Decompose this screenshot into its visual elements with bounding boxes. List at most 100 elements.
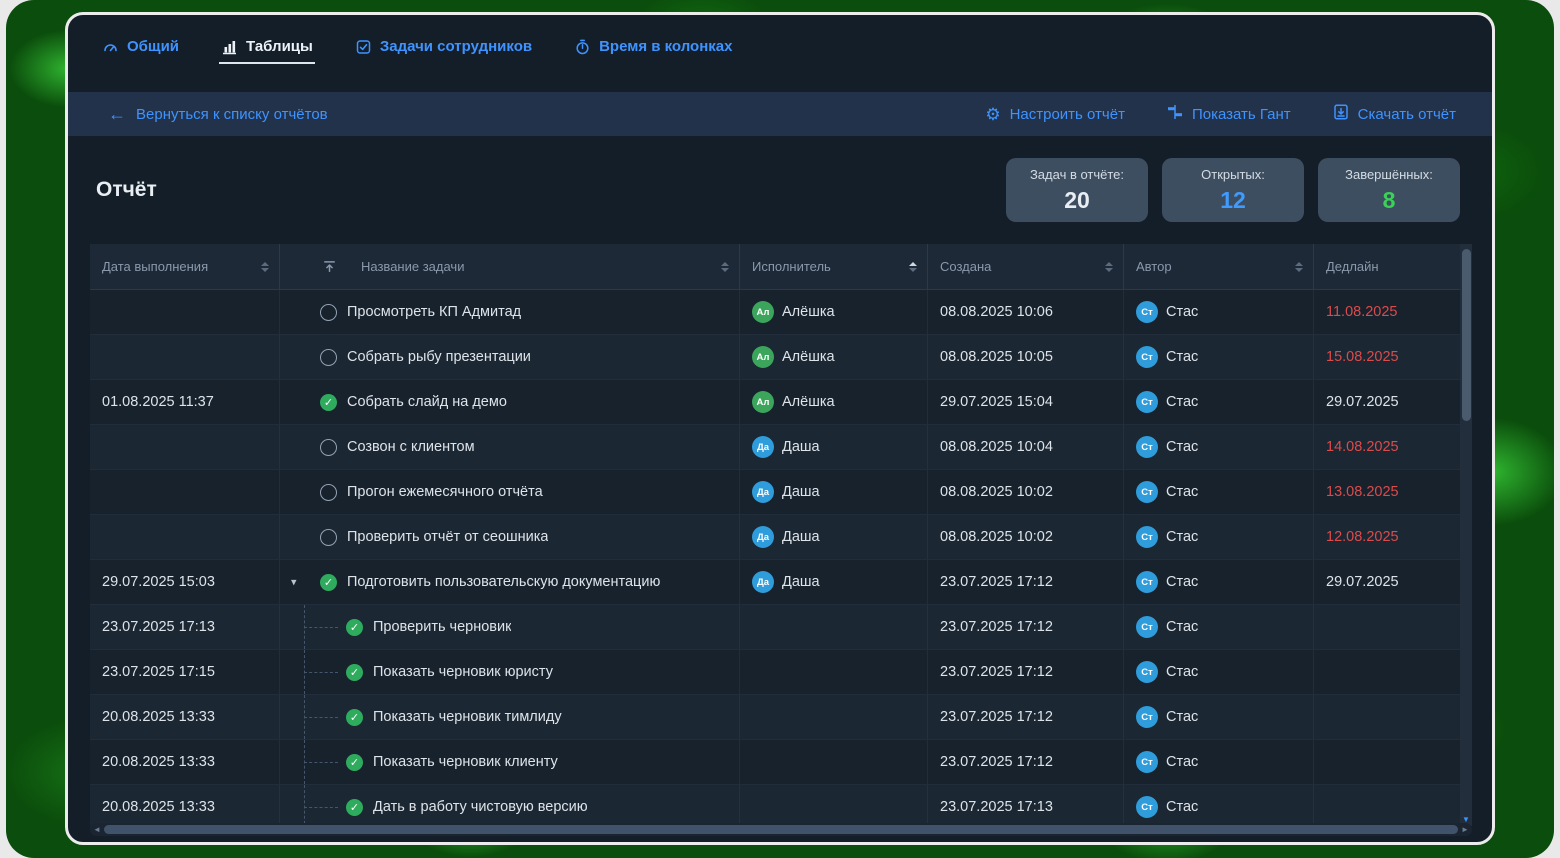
table-row[interactable]: 20.08.2025 13:33 ✓ Показать черновик клиен… bbox=[90, 740, 1460, 785]
assignee-cell: Да Даша bbox=[740, 425, 928, 469]
created-cell: 08.08.2025 10:04 bbox=[928, 425, 1124, 469]
avatar: Ал bbox=[752, 346, 774, 368]
top-nav: Общий Таблицы Задачи сотрудников Время в… bbox=[68, 15, 1492, 79]
column-header-created[interactable]: Создана bbox=[928, 244, 1124, 289]
done-status-icon[interactable]: ✓ bbox=[346, 618, 363, 636]
table-row[interactable]: Собрать рыбу презентации Ал Алёшка 08.08.20… bbox=[90, 335, 1460, 380]
open-status-icon[interactable] bbox=[320, 528, 337, 546]
tab-tables[interactable]: Таблицы bbox=[219, 30, 315, 64]
author-cell: Ст Стас bbox=[1124, 290, 1314, 334]
created-cell: 08.08.2025 10:02 bbox=[928, 515, 1124, 559]
author-cell: Ст Стас bbox=[1124, 605, 1314, 649]
task-title-cell[interactable]: Просмотреть КП Адмитад bbox=[280, 290, 740, 334]
done-status-icon[interactable]: ✓ bbox=[346, 708, 363, 726]
task-title-cell[interactable]: ✓ Проверить черновик bbox=[280, 605, 740, 649]
column-header-assignee[interactable]: Исполнитель bbox=[740, 244, 928, 289]
assignee-cell bbox=[740, 740, 928, 784]
task-title-cell[interactable]: ▾ ✓ Подготовить пользовательскую документа… bbox=[280, 560, 740, 604]
table-row[interactable]: 23.07.2025 17:15 ✓ Показать черновик юрист… bbox=[90, 650, 1460, 695]
task-title-cell[interactable]: Проверить отчёт от сеошника bbox=[280, 515, 740, 559]
done-status-icon[interactable]: ✓ bbox=[346, 798, 363, 816]
avatar: Ст bbox=[1136, 526, 1158, 548]
vertical-scrollbar[interactable]: ▼ bbox=[1460, 244, 1472, 826]
table-row[interactable]: Прогон ежемесячного отчёта Да Даша 08.08.20… bbox=[90, 470, 1460, 515]
done-status-icon[interactable]: ✓ bbox=[346, 753, 363, 771]
person-name: Даша bbox=[782, 484, 820, 500]
column-header-task-title[interactable]: Название задачи bbox=[280, 244, 740, 289]
column-label: Исполнитель bbox=[752, 259, 831, 274]
task-title-cell[interactable]: ✓ Собрать слайд на демо bbox=[280, 380, 740, 424]
created-cell: 08.08.2025 10:05 bbox=[928, 335, 1124, 379]
collapse-all-icon[interactable] bbox=[322, 259, 337, 274]
task-title-cell[interactable]: Прогон ежемесячного отчёта bbox=[280, 470, 740, 514]
scroll-left-icon[interactable]: ◄ bbox=[90, 823, 104, 836]
download-report-button[interactable]: Скачать отчёт bbox=[1333, 104, 1456, 124]
scroll-right-icon[interactable]: ► bbox=[1458, 823, 1472, 836]
checkbox-icon bbox=[355, 39, 372, 55]
done-status-icon[interactable]: ✓ bbox=[320, 573, 337, 591]
column-header-done-date[interactable]: Дата выполнения bbox=[90, 244, 280, 289]
task-title-cell[interactable]: Собрать рыбу презентации bbox=[280, 335, 740, 379]
open-status-icon[interactable] bbox=[320, 348, 337, 366]
avatar: Ст bbox=[1136, 481, 1158, 503]
stat-total-tasks: Задач в отчёте: 20 bbox=[1006, 158, 1148, 222]
task-title: Прогон ежемесячного отчёта bbox=[347, 484, 543, 500]
table-row[interactable]: 29.07.2025 15:03 ▾ ✓ Подготовить пользовате… bbox=[90, 560, 1460, 605]
deadline-cell: 11.08.2025 bbox=[1326, 304, 1398, 320]
avatar: Ст bbox=[1136, 616, 1158, 638]
table-row[interactable]: 23.07.2025 17:13 ✓ Проверить черновик 23.07… bbox=[90, 605, 1460, 650]
table-row[interactable]: Просмотреть КП Адмитад Ал Алёшка 08.08.2025… bbox=[90, 290, 1460, 335]
avatar: Ст bbox=[1136, 346, 1158, 368]
show-gantt-button[interactable]: Показать Гант bbox=[1167, 104, 1291, 124]
horizontal-scrollbar-thumb[interactable] bbox=[104, 825, 1458, 834]
done-status-icon[interactable]: ✓ bbox=[320, 393, 337, 411]
deadline-cell: 12.08.2025 bbox=[1326, 529, 1399, 545]
sort-icon[interactable] bbox=[1105, 261, 1113, 272]
column-header-author[interactable]: Автор bbox=[1124, 244, 1314, 289]
collapse-caret-icon[interactable]: ▾ bbox=[291, 576, 297, 589]
tab-time-in-columns[interactable]: Время в колонках bbox=[572, 30, 734, 64]
created-cell: 23.07.2025 17:12 bbox=[928, 650, 1124, 694]
configure-report-button[interactable]: ⚙ Настроить отчёт bbox=[985, 106, 1125, 123]
created-cell: 23.07.2025 17:12 bbox=[928, 740, 1124, 784]
deadline-cell: 13.08.2025 bbox=[1326, 484, 1399, 500]
task-title-cell[interactable]: Созвон с клиентом bbox=[280, 425, 740, 469]
deadline-cell: 14.08.2025 bbox=[1326, 439, 1399, 455]
open-status-icon[interactable] bbox=[320, 303, 337, 321]
assignee-cell: Ал Алёшка bbox=[740, 290, 928, 334]
tab-label: Таблицы bbox=[246, 38, 313, 55]
table-row[interactable]: Проверить отчёт от сеошника Да Даша 08.08.2… bbox=[90, 515, 1460, 560]
task-title-cell[interactable]: ✓ Показать черновик клиенту bbox=[280, 740, 740, 784]
assignee-cell: Ал Алёшка bbox=[740, 335, 928, 379]
tab-employee-tasks[interactable]: Задачи сотрудников bbox=[353, 30, 534, 64]
task-title: Проверить черновик bbox=[373, 619, 512, 635]
sort-icon[interactable] bbox=[909, 261, 917, 272]
column-header-deadline[interactable]: Дедлайн bbox=[1314, 244, 1460, 289]
done-status-icon[interactable]: ✓ bbox=[346, 663, 363, 681]
action-label: Показать Гант bbox=[1191, 105, 1291, 123]
tab-general[interactable]: Общий bbox=[100, 30, 181, 64]
table-row[interactable]: Созвон с клиентом Да Даша 08.08.2025 10:04 С… bbox=[90, 425, 1460, 470]
table-row[interactable]: 20.08.2025 13:33 ✓ Показать черновик тимли… bbox=[90, 695, 1460, 740]
avatar: Ст bbox=[1136, 436, 1158, 458]
sort-icon[interactable] bbox=[261, 261, 269, 272]
sort-icon[interactable] bbox=[721, 261, 729, 272]
open-status-icon[interactable] bbox=[320, 483, 337, 501]
assignee-cell: Да Даша bbox=[740, 515, 928, 559]
deadline-cell: 15.08.2025 bbox=[1326, 349, 1399, 365]
done-date-cell: 23.07.2025 17:13 bbox=[90, 605, 280, 649]
open-status-icon[interactable] bbox=[320, 438, 337, 456]
table-row[interactable]: 01.08.2025 11:37 ✓ Собрать слайд на демо Ал… bbox=[90, 380, 1460, 425]
sort-icon[interactable] bbox=[1295, 261, 1303, 272]
vertical-scrollbar-thumb[interactable] bbox=[1461, 249, 1471, 421]
deadline-cell bbox=[1314, 650, 1460, 694]
task-title-cell[interactable]: ✓ Показать черновик тимлиду bbox=[280, 695, 740, 739]
person-name: Стас bbox=[1166, 799, 1199, 815]
deadline-cell bbox=[1314, 695, 1460, 739]
back-to-reports-link[interactable]: ← Вернуться к списку отчётов bbox=[108, 105, 328, 123]
horizontal-scrollbar[interactable]: ◄ ► bbox=[90, 823, 1472, 836]
task-title-cell[interactable]: ✓ Показать черновик юристу bbox=[280, 650, 740, 694]
author-cell: Ст Стас bbox=[1124, 425, 1314, 469]
toolbar-actions: ⚙ Настроить отчёт Показать Гант Скачать … bbox=[985, 104, 1456, 124]
created-cell: 23.07.2025 17:12 bbox=[928, 695, 1124, 739]
